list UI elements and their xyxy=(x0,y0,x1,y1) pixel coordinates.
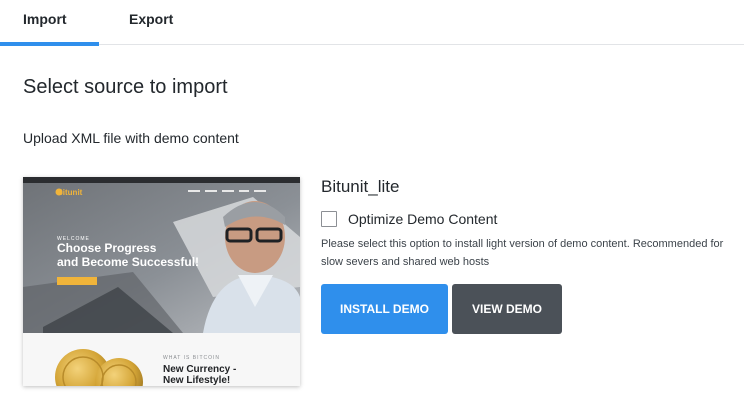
active-tab-indicator xyxy=(0,42,99,46)
preview-headline-1: Choose Progress xyxy=(57,241,157,255)
demo-title: Bitunit_lite xyxy=(321,177,400,196)
page-title: Select source to import xyxy=(23,76,228,98)
preview-section-title-1: New Currency - xyxy=(163,364,236,375)
demo-preview-image: Bitunit WELCOME Choose Progress and Beco… xyxy=(23,177,300,386)
optimize-description: Please select this option to install lig… xyxy=(321,238,724,268)
optimize-demo-label[interactable]: Optimize Demo Content xyxy=(348,211,497,227)
install-demo-button[interactable]: INSTALL DEMO xyxy=(321,284,448,334)
tab-export[interactable]: Export xyxy=(99,0,199,45)
view-demo-button[interactable]: VIEW DEMO xyxy=(452,284,562,334)
preview-section-label: WHAT IS BITCOIN xyxy=(163,355,220,361)
optimize-demo-checkbox[interactable] xyxy=(321,211,337,227)
tab-import-label: Import xyxy=(23,11,67,27)
tab-export-label: Export xyxy=(129,11,174,27)
preview-headline-2: and Become Successful! xyxy=(57,255,199,269)
tab-bar: Import Export xyxy=(0,0,744,46)
tab-import[interactable]: Import xyxy=(0,0,99,46)
page-subtitle: Upload XML file with demo content xyxy=(23,130,239,146)
preview-section-title-2: New Lifestyle! xyxy=(163,375,230,386)
